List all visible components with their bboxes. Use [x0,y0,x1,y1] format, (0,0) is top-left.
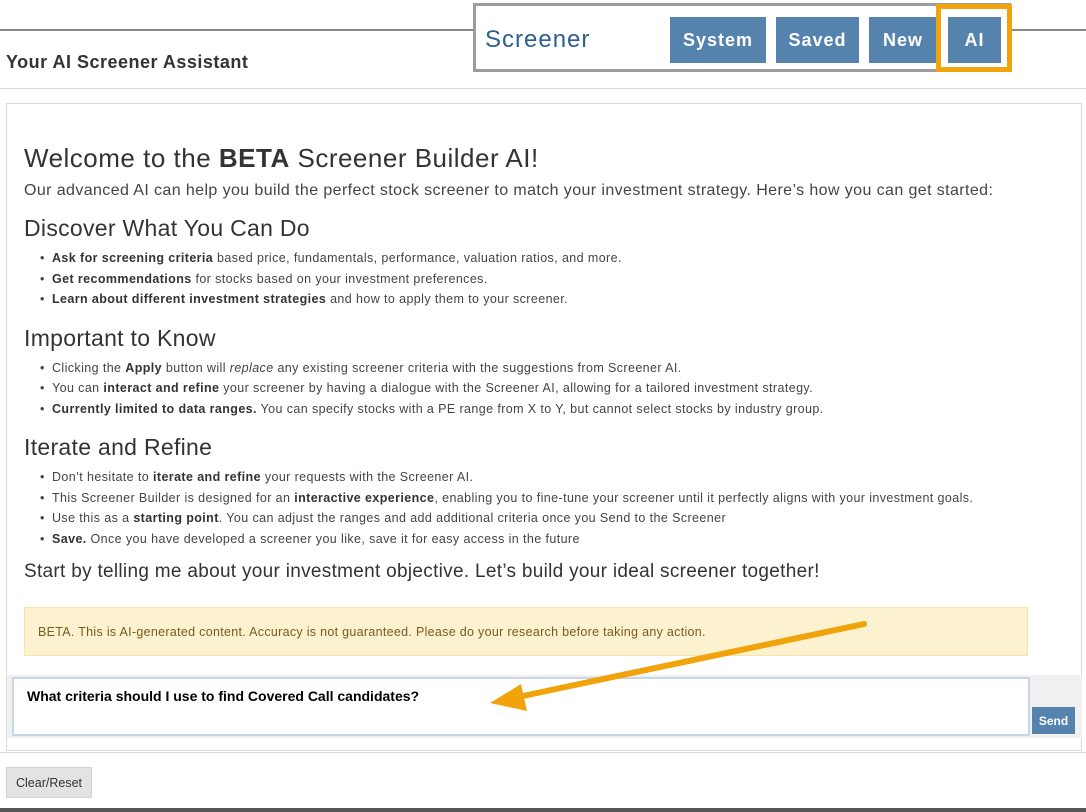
list-item-text: Once you have developed a screener you l… [86,531,580,546]
list-item-text: You can specify stocks with a PE range f… [256,401,824,416]
toolbar-title: Screener [485,26,591,53]
welcome-title-prefix: Welcome to the [24,143,219,173]
header-divider [0,88,1086,89]
welcome-intro: Our advanced AI can help you build the p… [24,182,994,199]
list-item-text: based price, fundamentals, performance, … [213,251,622,265]
list-item: Use this as a starting point. You can ad… [24,508,1074,529]
list-item-text: This Screener Builder is designed for an [52,490,295,505]
list-item: Save. Once you have developed a screener… [24,529,1074,550]
list-item-bold: Currently limited to data ranges. [52,401,257,416]
closing-prompt: Start by telling me about your investmen… [24,561,820,582]
page-title: Your AI Screener Assistant [6,52,249,72]
system-button[interactable]: System [670,17,766,63]
top-divider-right [1010,29,1086,31]
list-item-emphasis: replace [229,360,274,375]
list-item-bold: interact and refine [103,381,220,395]
list-item-text: . You can adjust the ranges and add addi… [218,511,727,525]
discover-heading: Discover What You Can Do [24,215,310,241]
list-item: Get recommendations for stocks based on … [24,269,1074,290]
list-item: Clicking the Apply button will replace a… [24,358,1074,379]
list-item-bold: Save. [52,531,87,546]
list-item-text: your requests with the Screener AI. [260,470,474,484]
ai-button-highlight [936,4,1012,72]
list-item-bold: Ask for screening criteria [52,251,214,265]
welcome-content: Welcome to the BETA Screener Builder AI!… [24,143,1074,583]
list-item-text: button will [162,360,230,375]
list-item-text: Use this as a [52,511,134,525]
bottom-bar [0,808,1086,812]
clear-reset-button[interactable]: Clear/Reset [6,767,92,798]
list-item-text: , enabling you to fine-tune your screene… [434,490,974,505]
welcome-heading: Welcome to the BETA Screener Builder AI! [24,143,1074,174]
iterate-heading: Iterate and Refine [24,434,213,460]
list-item-text: any existing screener criteria with the … [273,360,682,375]
welcome-title-beta: BETA [218,143,290,173]
beta-disclaimer: BETA. This is AI-generated content. Accu… [24,607,1028,656]
list-item: Learn about different investment strateg… [24,289,1074,310]
list-item-bold: Learn about different investment strateg… [52,292,327,306]
list-item-text: Don’t hesitate to [52,470,154,484]
list-item: You can interact and refine your screene… [24,378,1074,399]
list-item-text: Clicking the [52,360,126,375]
list-item: Ask for screening criteria based price, … [24,248,1074,269]
iterate-list: Don’t hesitate to iterate and refine you… [24,467,1074,549]
list-item-text: You can [52,381,104,395]
send-button[interactable]: Send [1032,707,1075,734]
list-item-text: and how to apply them to your screener. [326,292,569,306]
list-item-bold: Apply [125,360,163,375]
top-divider-left [0,29,476,31]
list-item: Currently limited to data ranges. You ca… [24,399,1074,420]
important-heading: Important to Know [24,324,216,351]
important-list: Clicking the Apply button will replace a… [24,358,1074,420]
list-item: This Screener Builder is designed for an… [24,488,1074,509]
chat-input[interactable]: What criteria should I use to find Cover… [12,677,1030,736]
list-item-bold: starting point [133,511,219,525]
welcome-title-suffix: Screener Builder AI! [289,143,539,173]
list-item: Don’t hesitate to iterate and refine you… [24,467,1074,488]
new-button[interactable]: New [869,17,937,63]
footer-divider [0,752,1086,753]
list-item-bold: Get recommendations [52,271,192,286]
list-item-bold: interactive experience [294,490,435,505]
list-item-bold: iterate and refine [153,470,261,484]
discover-list: Ask for screening criteria based price, … [24,248,1074,310]
list-item-text: your screener by having a dialogue with … [219,381,814,395]
list-item-text: for stocks based on your investment pref… [191,271,488,286]
saved-button[interactable]: Saved [776,17,859,63]
screener-toolbar: Screener System Saved New AI [473,3,1011,72]
